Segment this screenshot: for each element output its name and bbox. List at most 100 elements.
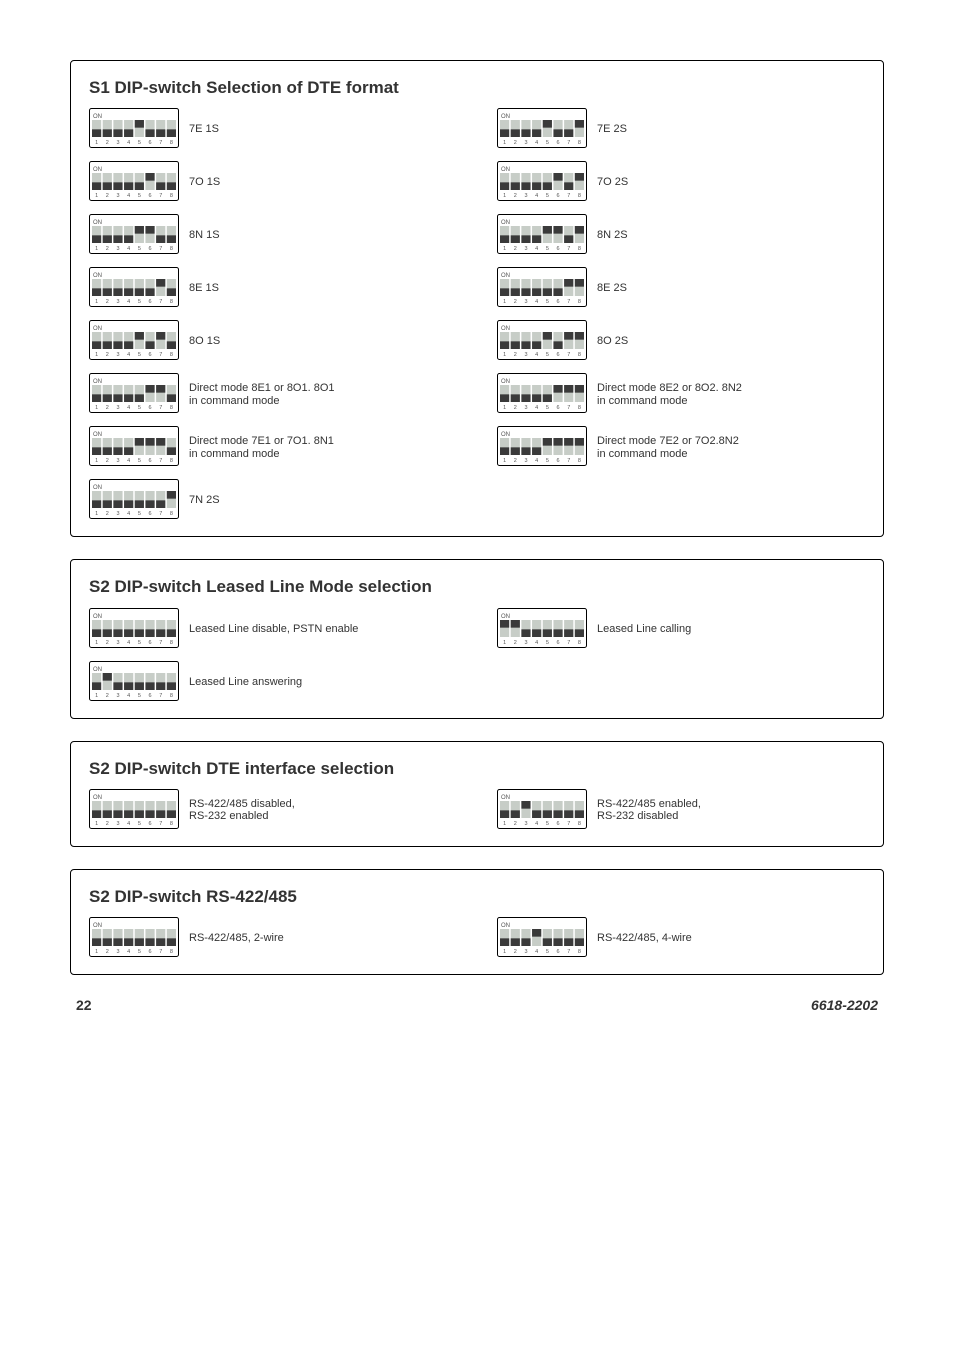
dip-switch-icon: ON12345678 xyxy=(497,108,587,151)
svg-text:ON: ON xyxy=(93,114,102,120)
svg-text:4: 4 xyxy=(127,352,130,358)
dip-switch-icon: ON12345678 xyxy=(89,661,179,704)
svg-text:7: 7 xyxy=(159,299,162,305)
svg-text:7: 7 xyxy=(567,949,570,955)
svg-text:5: 5 xyxy=(546,405,549,411)
svg-text:8: 8 xyxy=(170,949,173,955)
svg-text:ON: ON xyxy=(93,326,102,332)
svg-text:3: 3 xyxy=(116,693,119,699)
svg-text:8: 8 xyxy=(170,458,173,464)
svg-text:ON: ON xyxy=(93,167,102,173)
dip-item: ON123456788O 1S xyxy=(89,320,457,363)
svg-text:5: 5 xyxy=(138,299,141,305)
svg-text:3: 3 xyxy=(116,821,119,827)
svg-text:2: 2 xyxy=(106,140,109,146)
dip-item: ON12345678Direct mode 8E2 or 8O2. 8N2 in… xyxy=(497,373,865,416)
svg-text:1: 1 xyxy=(95,949,98,955)
svg-text:3: 3 xyxy=(116,405,119,411)
svg-text:6: 6 xyxy=(557,352,560,358)
svg-text:6: 6 xyxy=(557,140,560,146)
svg-text:3: 3 xyxy=(116,246,119,252)
svg-text:3: 3 xyxy=(524,405,527,411)
svg-text:5: 5 xyxy=(546,640,549,646)
svg-text:7: 7 xyxy=(159,640,162,646)
panel-body: ON12345678RS-422/485 disabled, RS-232 en… xyxy=(89,789,865,832)
svg-text:6: 6 xyxy=(149,693,152,699)
svg-text:8: 8 xyxy=(578,640,581,646)
svg-text:8: 8 xyxy=(170,821,173,827)
dip-switch-icon: ON12345678 xyxy=(497,214,587,257)
dip-item: ON12345678Direct mode 7E1 or 7O1. 8N1 in… xyxy=(89,426,457,469)
svg-text:8: 8 xyxy=(170,352,173,358)
svg-text:4: 4 xyxy=(535,299,538,305)
svg-text:3: 3 xyxy=(116,193,119,199)
right-column: ON12345678RS-422/485 enabled, RS-232 dis… xyxy=(497,789,865,832)
dip-item: ON123456787E 1S xyxy=(89,108,457,151)
page-number: 22 xyxy=(76,997,92,1013)
svg-text:ON: ON xyxy=(93,667,102,673)
svg-text:4: 4 xyxy=(127,246,130,252)
dip-item-label: Direct mode 7E2 or 7O2.8N2 in command mo… xyxy=(597,435,739,460)
svg-text:3: 3 xyxy=(524,246,527,252)
svg-text:4: 4 xyxy=(127,140,130,146)
svg-text:7: 7 xyxy=(567,821,570,827)
svg-text:6: 6 xyxy=(557,821,560,827)
svg-text:4: 4 xyxy=(127,405,130,411)
svg-text:3: 3 xyxy=(116,511,119,517)
left-column: ON12345678RS-422/485 disabled, RS-232 en… xyxy=(89,789,457,832)
svg-text:5: 5 xyxy=(138,405,141,411)
dip-item-label: Direct mode 8E2 or 8O2. 8N2 in command m… xyxy=(597,382,742,407)
svg-text:4: 4 xyxy=(127,458,130,464)
svg-text:3: 3 xyxy=(524,299,527,305)
svg-text:4: 4 xyxy=(127,693,130,699)
svg-text:6: 6 xyxy=(557,193,560,199)
svg-text:1: 1 xyxy=(503,949,506,955)
svg-text:3: 3 xyxy=(116,299,119,305)
svg-text:4: 4 xyxy=(535,458,538,464)
dip-item: ON123456788O 2S xyxy=(497,320,865,363)
svg-text:1: 1 xyxy=(95,640,98,646)
right-column: ON123456787E 2SON123456787O 2SON12345678… xyxy=(497,108,865,522)
svg-text:8: 8 xyxy=(578,949,581,955)
dip-switch-icon: ON12345678 xyxy=(497,917,587,960)
svg-text:5: 5 xyxy=(546,821,549,827)
dip-switch-icon: ON12345678 xyxy=(89,267,179,310)
dip-item: ON12345678RS-422/485, 2-wire xyxy=(89,917,457,960)
svg-text:6: 6 xyxy=(149,246,152,252)
svg-text:ON: ON xyxy=(501,273,510,279)
svg-text:2: 2 xyxy=(106,193,109,199)
svg-text:6: 6 xyxy=(149,458,152,464)
svg-text:2: 2 xyxy=(106,821,109,827)
dip-item-label: 8O 2S xyxy=(597,335,628,348)
svg-text:1: 1 xyxy=(503,821,506,827)
svg-text:7: 7 xyxy=(567,140,570,146)
svg-text:ON: ON xyxy=(501,379,510,385)
svg-text:4: 4 xyxy=(535,140,538,146)
svg-text:4: 4 xyxy=(535,405,538,411)
svg-text:8: 8 xyxy=(170,299,173,305)
svg-text:6: 6 xyxy=(149,511,152,517)
dip-item: ON12345678RS-422/485, 4-wire xyxy=(497,917,865,960)
svg-text:6: 6 xyxy=(149,352,152,358)
svg-text:6: 6 xyxy=(557,458,560,464)
svg-text:ON: ON xyxy=(501,614,510,620)
dip-item-label: Leased Line answering xyxy=(189,676,302,689)
svg-text:8: 8 xyxy=(170,640,173,646)
svg-text:ON: ON xyxy=(93,220,102,226)
dip-switch-icon: ON12345678 xyxy=(497,373,587,416)
dip-switch-icon: ON12345678 xyxy=(89,608,179,651)
svg-text:5: 5 xyxy=(546,140,549,146)
svg-text:ON: ON xyxy=(93,923,102,929)
svg-text:1: 1 xyxy=(95,821,98,827)
svg-text:8: 8 xyxy=(170,193,173,199)
svg-text:ON: ON xyxy=(501,923,510,929)
svg-text:8: 8 xyxy=(578,193,581,199)
svg-text:4: 4 xyxy=(535,246,538,252)
svg-text:1: 1 xyxy=(503,352,506,358)
panel-body: ON12345678Leased Line disable, PSTN enab… xyxy=(89,608,865,704)
svg-text:4: 4 xyxy=(535,821,538,827)
svg-text:ON: ON xyxy=(93,614,102,620)
dip-switch-icon: ON12345678 xyxy=(89,917,179,960)
svg-text:2: 2 xyxy=(514,140,517,146)
svg-text:1: 1 xyxy=(95,352,98,358)
